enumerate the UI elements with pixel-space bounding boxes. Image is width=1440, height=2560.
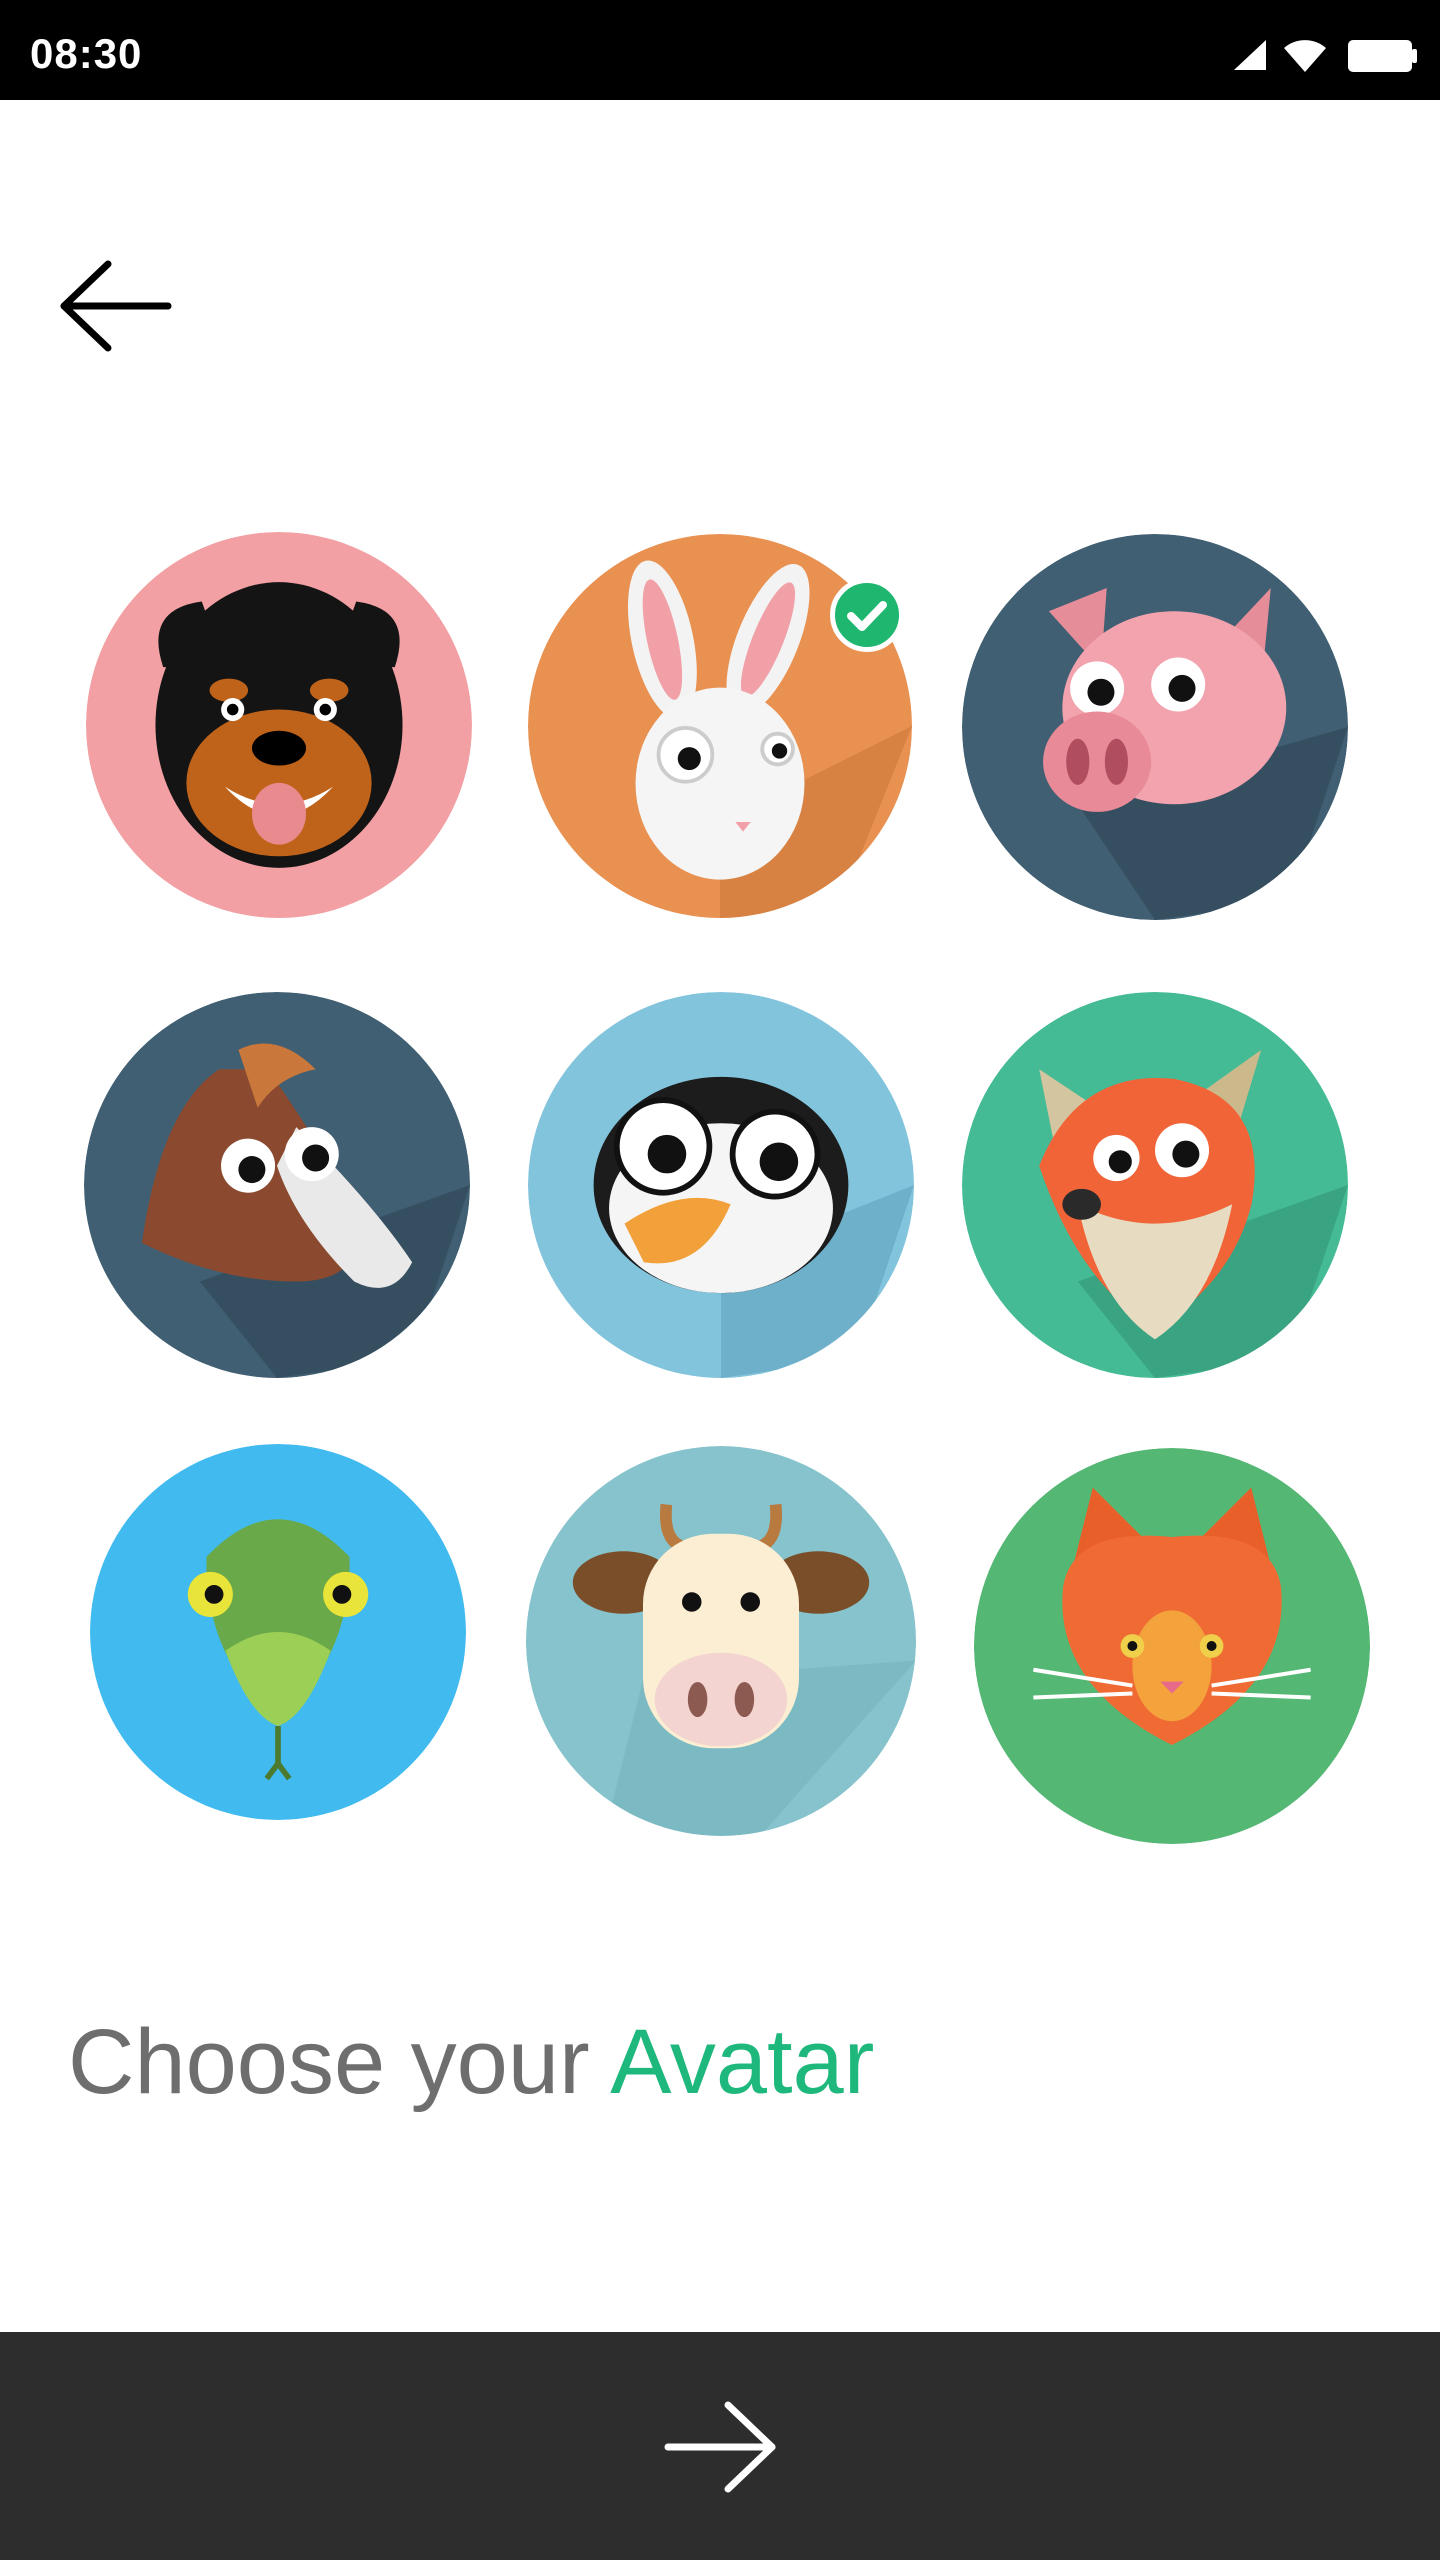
title-prefix: Choose your (68, 2011, 611, 2113)
selected-check-badge (830, 578, 904, 652)
signal-icon (1234, 40, 1266, 70)
status-bar: 08:30 (0, 0, 1440, 100)
horse-face-icon (84, 992, 470, 1378)
snake-face-icon (90, 1444, 466, 1820)
status-time: 08:30 (30, 30, 143, 77)
avatar-pig[interactable] (962, 534, 1348, 920)
avatar-snake[interactable] (90, 1444, 466, 1820)
cat-face-icon (974, 1448, 1370, 1844)
avatar-cat[interactable] (974, 1448, 1370, 1844)
avatar-horse[interactable] (84, 992, 470, 1378)
page-title: Choose your Avatar (68, 2010, 874, 2115)
cow-face-icon (526, 1446, 916, 1836)
pig-face-icon (962, 534, 1348, 920)
avatar-cow[interactable] (526, 1446, 916, 1836)
arrow-right-icon (664, 2401, 776, 2493)
title-highlight: Avatar (610, 2011, 875, 2113)
penguin-face-icon (528, 992, 914, 1378)
next-button[interactable] (660, 2397, 780, 2497)
avatar-penguin[interactable] (528, 992, 914, 1378)
check-icon (847, 601, 887, 631)
back-button[interactable] (56, 256, 176, 356)
dog-face-icon (86, 532, 472, 918)
avatar-dog[interactable] (86, 532, 472, 918)
fox-face-icon (962, 992, 1348, 1378)
bottom-bar (0, 2332, 1440, 2560)
battery-icon (1348, 40, 1417, 72)
wifi-icon (1284, 40, 1326, 72)
arrow-left-icon (60, 260, 172, 352)
avatar-fox[interactable] (962, 992, 1348, 1378)
